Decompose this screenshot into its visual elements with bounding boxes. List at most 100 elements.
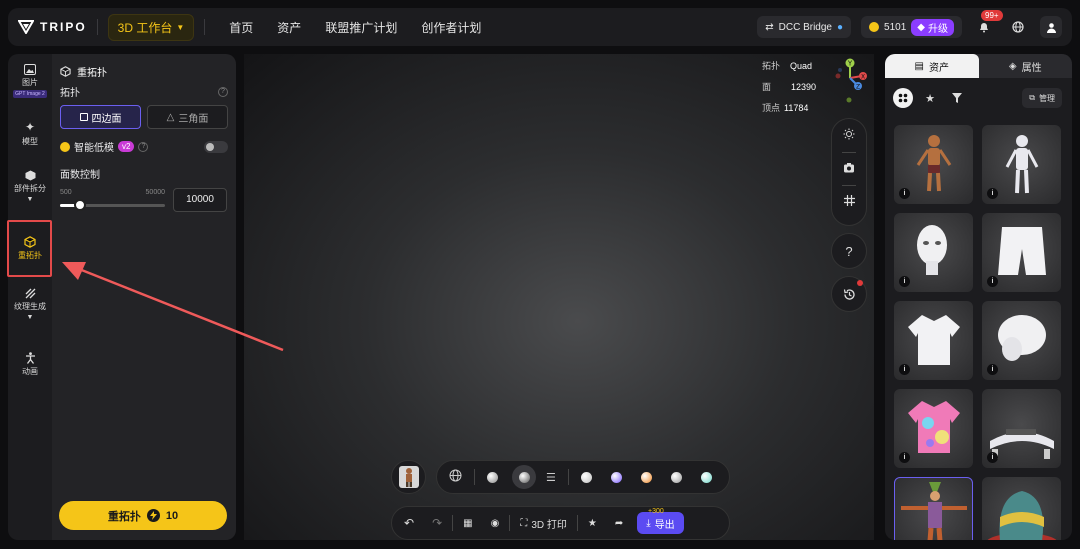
- info-icon[interactable]: i: [899, 452, 910, 463]
- rail-item-texture[interactable]: 纹理生成 ▼: [8, 288, 52, 321]
- sun-icon: [843, 128, 855, 140]
- box-icon: ▤: [914, 60, 924, 72]
- avatar[interactable]: [1040, 16, 1062, 38]
- upgrade-button[interactable]: ◆ 升级: [911, 18, 954, 36]
- axis-y-label: Y: [847, 60, 853, 68]
- axis-gizmo[interactable]: Y X Z: [834, 58, 868, 104]
- topology-selector: 四边面 △ 三角面: [60, 105, 228, 129]
- language-button[interactable]: [1006, 15, 1030, 39]
- slider-handle[interactable]: [74, 199, 87, 211]
- nav-creator[interactable]: 创作者计划: [421, 19, 481, 36]
- orbit-icon[interactable]: ◉: [491, 518, 500, 529]
- stat-faces-value: 12390: [791, 82, 817, 92]
- help-button[interactable]: ?: [831, 233, 867, 269]
- quad-label: 四边面: [91, 113, 122, 125]
- figure-icon: [25, 352, 35, 364]
- info-icon[interactable]: i: [899, 364, 910, 375]
- undo-icon[interactable]: ↶: [404, 516, 414, 530]
- rail-item-parts[interactable]: 部件拆分 ▼: [8, 170, 52, 203]
- nav-assets[interactable]: 资产: [277, 19, 301, 36]
- filter-all-button[interactable]: [893, 88, 913, 108]
- nav-affiliate[interactable]: 联盟推广计划: [325, 19, 397, 36]
- help-icon[interactable]: ?: [138, 141, 149, 152]
- grid-button[interactable]: [843, 195, 855, 209]
- adjust-sliders-icon[interactable]: ☰: [546, 471, 556, 484]
- top-right-actions: ⇄ DCC Bridge ● 5101 ◆ 升级 99+: [757, 10, 1062, 39]
- asset-card-hair[interactable]: i: [982, 301, 1061, 380]
- character-thumbnail-icon: [398, 466, 419, 488]
- face-control-label: 面数控制: [60, 170, 100, 181]
- model-thumbnail-button[interactable]: [391, 460, 426, 494]
- help-icon[interactable]: ?: [218, 86, 228, 97]
- asset-card-hat[interactable]: [982, 477, 1061, 540]
- logo[interactable]: TRIPO: [18, 20, 87, 34]
- triangle-icon: △: [166, 111, 175, 123]
- tab-properties[interactable]: ◈ 属性: [979, 54, 1073, 78]
- material-swatch[interactable]: [640, 471, 652, 483]
- slider-min: 500: [60, 189, 72, 196]
- download-icon: ⤓: [646, 517, 651, 529]
- info-icon[interactable]: i: [987, 276, 998, 287]
- export-button[interactable]: ⤓ 导出: [637, 512, 684, 534]
- asset-card-character[interactable]: i: [894, 125, 973, 204]
- gift-icon[interactable]: ▦: [463, 518, 472, 529]
- info-icon[interactable]: i: [987, 452, 998, 463]
- tab-assets-label: 资产: [928, 62, 949, 74]
- workbench-label: 3D 工作台: [117, 20, 173, 35]
- asset-card-shirt[interactable]: i: [894, 301, 973, 380]
- info-icon[interactable]: i: [899, 188, 910, 199]
- screenshot-button[interactable]: [843, 162, 855, 176]
- rail-item-model[interactable]: ✦ 模型: [8, 120, 52, 147]
- triangle-button[interactable]: △ 三角面: [147, 105, 228, 129]
- info-icon[interactable]: i: [987, 188, 998, 199]
- rail-item-animation[interactable]: 动画: [8, 352, 52, 377]
- asset-card-shorts[interactable]: i: [982, 213, 1061, 292]
- notifications-button[interactable]: 99+: [972, 10, 1003, 39]
- shaded-mode-button[interactable]: [487, 471, 498, 483]
- dcc-bridge-button[interactable]: ⇄ DCC Bridge ●: [757, 16, 852, 38]
- asset-card-console[interactable]: i: [982, 389, 1061, 468]
- nav-home[interactable]: 首页: [229, 19, 253, 36]
- manage-button[interactable]: ⧉ 管理: [1022, 88, 1062, 108]
- face-count-slider[interactable]: [60, 199, 165, 211]
- layers-icon: ◈: [1008, 60, 1017, 72]
- stat-vertices-label: 顶点: [762, 103, 781, 113]
- 3d-print-button[interactable]: ⛶ 3D 打印: [520, 516, 567, 531]
- asset-card-hawaiian-shirt[interactable]: i: [894, 389, 973, 468]
- filter-favorites-button[interactable]: ★: [920, 88, 940, 108]
- favorite-star-icon[interactable]: ★: [588, 518, 597, 529]
- stat-topology-label: 拓扑: [762, 61, 781, 71]
- face-count-input[interactable]: 10000: [173, 188, 227, 212]
- retopology-cost: 10: [165, 509, 179, 522]
- share-icon[interactable]: ➦: [615, 518, 623, 529]
- info-icon[interactable]: i: [987, 364, 998, 375]
- history-button[interactable]: [831, 276, 867, 312]
- rail-label-image: 图片: [22, 78, 38, 87]
- redo-icon[interactable]: ↷: [432, 516, 442, 530]
- wireframe-button[interactable]: [449, 469, 462, 485]
- retopology-button[interactable]: 重拓扑 10: [59, 501, 227, 530]
- square-icon: [79, 113, 88, 121]
- material-swatch[interactable]: [580, 471, 592, 483]
- filter-funnel-button[interactable]: [947, 88, 967, 108]
- tab-assets[interactable]: ▤ 资产: [885, 54, 979, 78]
- retopology-button-label: 重拓扑: [107, 510, 141, 523]
- cube-icon: [25, 170, 35, 181]
- panel-header: 重拓扑: [60, 62, 228, 80]
- asset-card-head[interactable]: i: [894, 213, 973, 292]
- material-swatch[interactable]: [700, 471, 712, 483]
- workbench-dropdown[interactable]: 3D 工作台 ▼: [107, 13, 195, 41]
- rail-item-image[interactable]: 图片 GPT Image 2: [8, 64, 52, 98]
- info-icon[interactable]: i: [899, 276, 910, 287]
- smart-low-toggle[interactable]: [204, 140, 228, 153]
- material-swatch[interactable]: [670, 471, 682, 483]
- quad-button[interactable]: 四边面: [60, 105, 141, 129]
- asset-card-white-figure[interactable]: i: [982, 125, 1061, 204]
- divider: [567, 469, 569, 485]
- asset-card-clown[interactable]: [894, 477, 973, 540]
- light-button[interactable]: [843, 128, 855, 143]
- credits-pill[interactable]: 5101 ◆ 升级: [861, 16, 962, 38]
- material-swatch[interactable]: [610, 471, 622, 483]
- matcap-mode-button[interactable]: [512, 465, 536, 489]
- asset-grid: i i i i i i i i: [894, 125, 1061, 540]
